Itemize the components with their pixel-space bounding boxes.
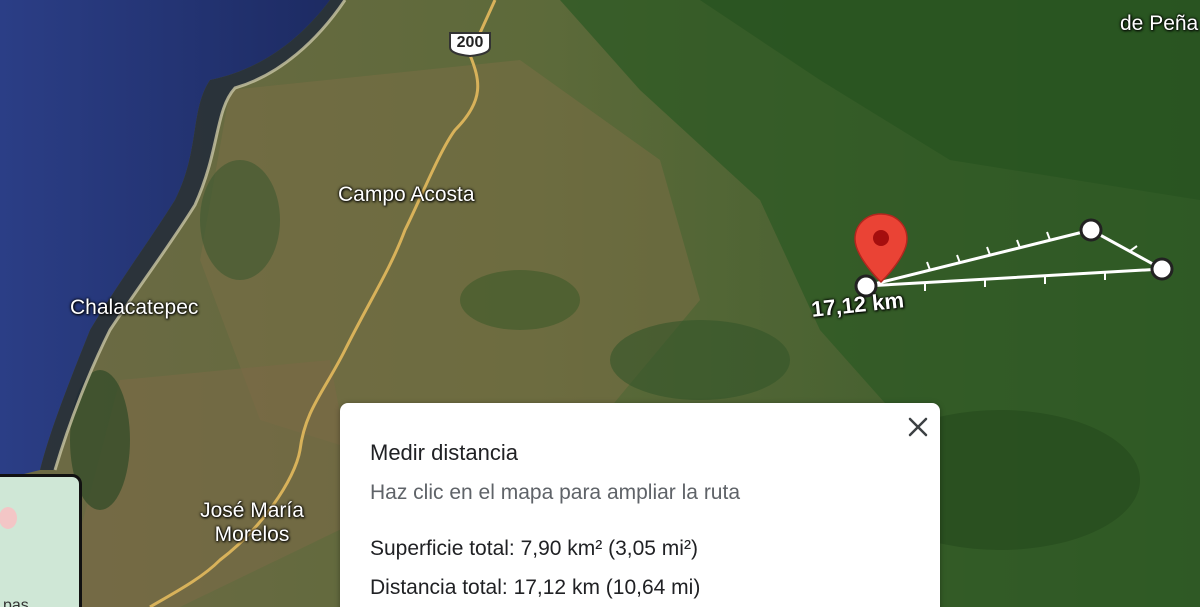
place-label-de-pena[interactable]: de Peña <box>1120 12 1198 36</box>
measure-distance-panel: Medir distancia Haz clic en el mapa para… <box>340 403 940 607</box>
location-pin-icon[interactable] <box>853 212 909 284</box>
panel-title: Medir distancia <box>370 440 518 465</box>
highway-shield: 200 <box>446 29 494 58</box>
layers-minimap-button[interactable]: pas <box>0 474 82 607</box>
minimap-thumbnail <box>0 507 17 529</box>
minimap-label: pas <box>3 597 29 607</box>
place-label-chalacatepec[interactable]: Chalacatepec <box>70 296 198 320</box>
close-icon <box>908 417 928 437</box>
highway-number: 200 <box>456 34 484 51</box>
total-distance-text: Distancia total: 17,12 km (10,64 mi) <box>370 576 701 599</box>
close-button[interactable] <box>902 411 934 443</box>
place-label-jose-maria-morelos[interactable]: José María Morelos <box>182 499 322 546</box>
total-area-text: Superficie total: 7,90 km² (3,05 mi²) <box>370 537 698 560</box>
panel-hint: Haz clic en el mapa para ampliar la ruta <box>370 481 741 504</box>
place-label-campo-acosta[interactable]: Campo Acosta <box>338 183 475 207</box>
map-canvas[interactable]: 200 Campo Acosta Chalacatepec José María… <box>0 0 1200 607</box>
